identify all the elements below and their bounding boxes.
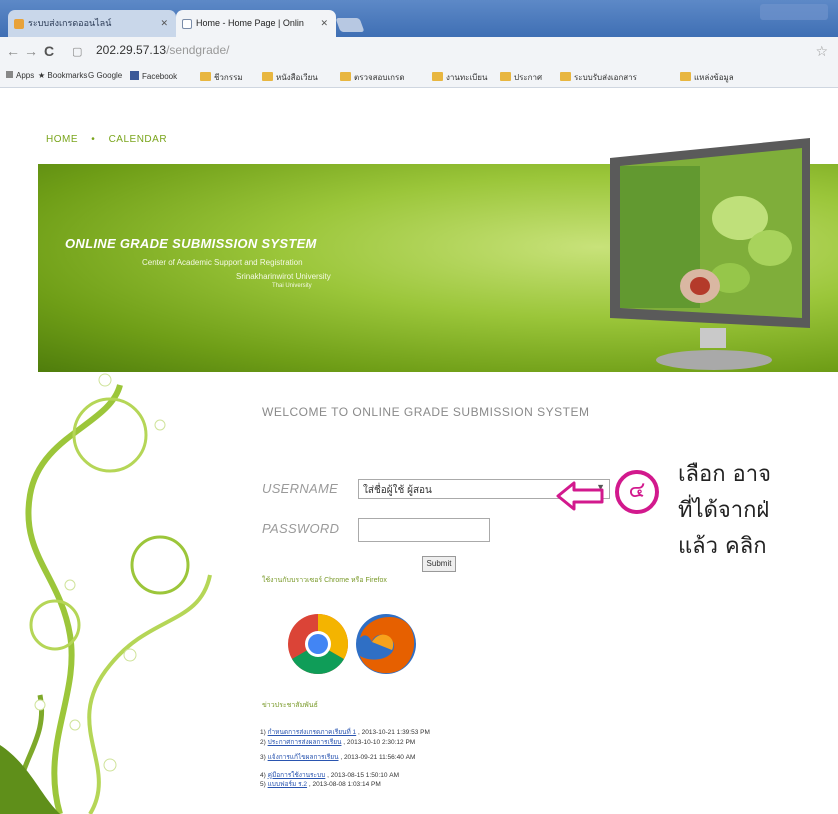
monitor-base	[656, 350, 772, 370]
forward-icon[interactable]: →	[24, 43, 38, 59]
bookmarks-bar: Apps ★ Bookmarks G Google Facebook ชีวกร…	[0, 65, 838, 88]
top-nav: HOME • CALENDAR	[46, 134, 167, 145]
nav-calendar-link[interactable]: CALENDAR	[109, 134, 167, 145]
news-item: 1) กำหนดการส่งเกรดภาคเรียนที่ 1 , 2013-1…	[260, 729, 430, 736]
bookmark-folder[interactable]: ประกาศ	[500, 71, 542, 84]
pointer-arrow-icon	[556, 481, 604, 511]
browser-tab-active[interactable]: Home - Home Page | Onlin ✕	[176, 10, 336, 37]
chrome-icon	[288, 614, 349, 675]
nav-home-link[interactable]: HOME	[46, 134, 78, 145]
monitor-neck	[700, 328, 726, 348]
news-date: 2013-10-10 2:30:12 PM	[346, 738, 416, 746]
news-date: 2013-08-08 1:03:14 PM	[312, 781, 381, 788]
instruction-line-1: เลือก อาจ	[678, 462, 771, 487]
nav-separator: •	[91, 134, 96, 145]
tab-label: ระบบส่งเกรดออนไลน์	[28, 18, 112, 28]
news-item: 5) แบบฟอร์ม ร.2 , 2013-08-08 1:03:14 PM	[260, 781, 381, 788]
browser-tab[interactable]: ระบบส่งเกรดออนไลน์ ✕	[8, 10, 176, 37]
news-link[interactable]: ประกาศการส่งผลการเรียน	[268, 739, 342, 746]
reload-icon[interactable]: C	[44, 43, 54, 59]
url-field[interactable]: 202.29.57.13/sendgrade/	[96, 43, 229, 57]
tab-label: Home - Home Page | Onlin	[196, 18, 304, 28]
folder-icon	[200, 72, 211, 81]
password-field[interactable]	[358, 518, 490, 542]
close-tab-icon[interactable]: ✕	[320, 10, 328, 37]
monitor-illustration	[610, 138, 810, 370]
facebook-shortcut[interactable]: Facebook	[130, 71, 177, 81]
fruit-core-graphic	[690, 277, 710, 295]
folder-icon	[262, 72, 273, 81]
firefox-icon	[356, 614, 416, 674]
news-heading: ข่าวประชาสัมพันธ์	[262, 702, 318, 709]
news-link[interactable]: คู่มือการใช้งานระบบ	[268, 772, 326, 779]
folder-icon	[500, 72, 511, 81]
browser-hint-text: ใช้งานกับบราวเซอร์ Chrome หรือ Firefox	[262, 577, 387, 584]
close-tab-icon[interactable]: ✕	[160, 10, 168, 37]
news-item: 3) แจ้งการแก้ไขผลการเรียน , 2013-09-21 1…	[260, 754, 416, 761]
apps-icon	[6, 71, 13, 78]
news-link[interactable]: แบบฟอร์ม ร.2	[268, 781, 307, 788]
folder-icon	[680, 72, 691, 81]
welcome-heading: WELCOME TO ONLINE GRADE SUBMISSION SYSTE…	[262, 405, 590, 419]
page-icon	[182, 19, 192, 29]
bookmark-folder[interactable]: ชีวกรรม	[200, 71, 243, 84]
news-link[interactable]: แจ้งการแก้ไขผลการเรียน	[268, 754, 339, 761]
news-list: 1) กำหนดการส่งเกรดภาคเรียนที่ 1 , 2013-1…	[260, 728, 560, 790]
banner-subtitle: Srinakharinwirot University	[236, 272, 331, 281]
instruction-line-3: แล้ว คลิก	[678, 534, 767, 559]
page-info-icon[interactable]: ▢	[72, 45, 82, 58]
url-host: 202.29.57.13	[96, 43, 167, 57]
star-icon: ★	[38, 71, 48, 80]
address-bar: ← → C ▢ 202.29.57.13/sendgrade/ ☆	[0, 37, 838, 66]
folder-icon	[340, 72, 351, 81]
window-controls[interactable]	[760, 4, 828, 20]
bookmark-folder[interactable]: งานทะเบียน	[432, 71, 487, 84]
folder-icon	[432, 72, 443, 81]
news-link[interactable]: กำหนดการส่งเกรดภาคเรียนที่ 1	[268, 729, 357, 736]
facebook-icon	[130, 71, 139, 80]
submit-button[interactable]: Submit	[422, 556, 456, 572]
username-label: USERNAME	[262, 481, 339, 496]
bookmarks-shortcut[interactable]: ★ Bookmarks	[38, 71, 87, 80]
news-item: 2) ประกาศการส่งผลการเรียน , 2013-10-10 2…	[260, 738, 416, 746]
password-label: PASSWORD	[262, 521, 340, 536]
google-shortcut[interactable]: G Google	[88, 71, 122, 80]
bookmark-folder[interactable]: หนังสือเวียน	[262, 71, 318, 84]
instruction-line-2: ที่ได้จากฝ่	[678, 498, 770, 523]
floral-vine-decoration	[0, 373, 212, 814]
news-date: 2013-09-21 11:56:40 AM	[343, 754, 416, 761]
news-date: 2013-08-15 1:50:10 AM	[330, 771, 400, 779]
apps-shortcut[interactable]: Apps	[6, 71, 34, 80]
bookmark-star-icon[interactable]: ☆	[815, 43, 828, 60]
step-number-badge: ๔	[615, 470, 659, 514]
banner-subtitle: Thai University	[272, 283, 312, 289]
leaf-graphic	[748, 230, 792, 266]
favicon-icon	[14, 19, 24, 29]
news-item: 4) คู่มือการใช้งานระบบ , 2013-08-15 1:50…	[260, 771, 400, 779]
url-path: /sendgrade/	[166, 43, 230, 57]
back-icon[interactable]: ←	[6, 43, 20, 59]
bookmark-folder[interactable]: ตรวจสอบเกรด	[340, 71, 405, 84]
username-selected-value: ใส่ชื่อผู้ใช้ ผู้สอน	[363, 485, 432, 496]
news-date: 2013-10-21 1:39:53 PM	[361, 729, 430, 736]
banner-subtitle: Center of Academic Support and Registrat…	[142, 258, 303, 267]
browser-logos	[288, 614, 416, 675]
site-title: ONLINE GRADE SUBMISSION SYSTEM	[65, 236, 317, 251]
new-tab-button[interactable]	[335, 18, 365, 32]
browser-tab-strip: ระบบส่งเกรดออนไลน์ ✕ Home - Home Page | …	[0, 0, 838, 37]
bookmark-folder[interactable]: แหล่งข้อมูล	[680, 71, 734, 84]
folder-icon	[560, 72, 571, 81]
bookmark-folder[interactable]: ระบบรับส่งเอกสาร	[560, 71, 637, 84]
